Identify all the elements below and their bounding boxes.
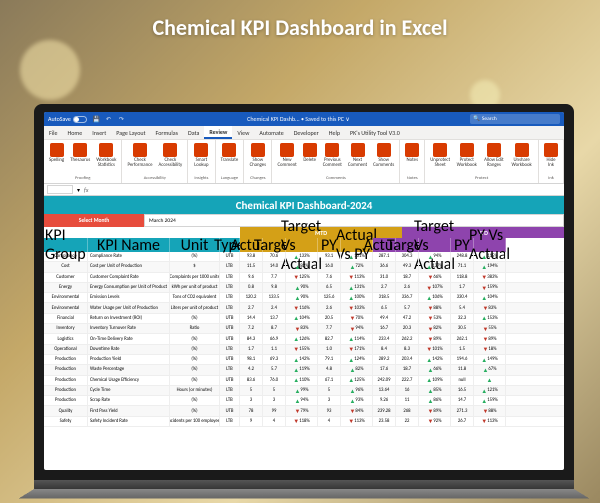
thesaurus-button[interactable]: Thesaurus — [68, 142, 92, 169]
laptop-frame: AutoSave 💾 ↶ ↷ Chemical KPI Dashb... • S… — [34, 104, 574, 503]
hide-ink-button[interactable]: Hide Ink — [542, 142, 560, 169]
tab-formulas[interactable]: Formulas — [151, 126, 183, 139]
table-row[interactable]: ProductionCycle TimeHours (or minutes)LT… — [44, 386, 564, 396]
table-row[interactable]: EnvironmentalWater Usage per Unit of Pro… — [44, 303, 564, 313]
check-performance-button[interactable]: Check Performance — [125, 142, 154, 169]
show-comments-button[interactable]: Show Comments — [371, 142, 396, 169]
unprotect-sheet-button[interactable]: Unprotect Sheet — [428, 142, 452, 169]
table-row[interactable]: ProductionChemical Usage Efficiency(%)UT… — [44, 376, 564, 386]
next-comment-button[interactable]: Next Comment — [346, 142, 369, 169]
unshare-workbook-button[interactable]: Unshare Workbook — [508, 142, 535, 169]
tab-automate[interactable]: Automate — [254, 126, 288, 139]
ribbon-tabs: FileHomeInsertPage LayoutFormulasDataRev… — [44, 126, 564, 140]
up-arrow-icon: ▲ — [487, 376, 493, 384]
document-name[interactable]: Chemical KPI Dashb... • Saved to this PC… — [133, 115, 464, 123]
tab-help[interactable]: Help — [324, 126, 345, 139]
previous-comment-button[interactable]: Previous Comment — [321, 142, 344, 169]
column-headers: KPI Group KPI Name Unit Type Actual Targ… — [44, 238, 564, 252]
page-heading: Chemical KPI Dashboard in Excel — [0, 0, 600, 53]
name-box[interactable] — [47, 185, 73, 194]
table-row[interactable]: EnergyEnergy Consumption per Unit of Pro… — [44, 283, 564, 293]
table-row[interactable]: ProductionScrap Rate(%)LTB33▲ 94%3▲ 93%9… — [44, 396, 564, 406]
table-row[interactable]: OperationalDowntime Rate(%)LTB1.71.1▼ 15… — [44, 345, 564, 355]
allow-edit-ranges-button[interactable]: Allow Edit Ranges — [481, 142, 506, 169]
delete-button[interactable]: Delete — [301, 142, 319, 169]
table-row[interactable]: QualityFirst Pass Yield(%)UTB7899▼ 79%93… — [44, 406, 564, 416]
undo-icon[interactable]: ↶ — [106, 115, 114, 123]
table-row[interactable]: FinancialReturn on Investment (ROI)(%)UT… — [44, 314, 564, 324]
tab-pk-s-utility-tool-v3-0[interactable]: PK's Utility Tool V3.0 — [345, 126, 405, 139]
table-row[interactable]: CustomerCustomer Complaint RateComplaint… — [44, 273, 564, 283]
show-changes-button[interactable]: Show Changes — [247, 142, 268, 169]
chevron-down-icon[interactable]: ▾ — [77, 186, 80, 194]
formula-bar[interactable]: ▾ fx — [44, 184, 564, 196]
table-row[interactable]: EnvironmentalEmission LevelsTons of CO2 … — [44, 293, 564, 303]
table-row[interactable]: SafetySafety Incident RateIncidents per … — [44, 417, 564, 427]
table-row[interactable]: ComplianceCompliance Rate(%)UTB93.870.6▲… — [44, 252, 564, 262]
translate-button[interactable]: Translate — [219, 142, 241, 164]
table-row[interactable]: CostCost per Unit of Production$LTB11.51… — [44, 262, 564, 272]
table-row[interactable]: LogisticsOn-Time Delivery Rate(%)UTB84.3… — [44, 334, 564, 344]
workbook-statistics-button[interactable]: Workbook Statistics — [94, 142, 118, 169]
tab-review[interactable]: Review — [204, 126, 232, 139]
excel-window: AutoSave 💾 ↶ ↷ Chemical KPI Dashb... • S… — [44, 112, 564, 470]
redo-icon[interactable]: ↷ — [119, 115, 127, 123]
fx-icon[interactable]: fx — [84, 186, 88, 194]
tab-file[interactable]: File — [44, 126, 63, 139]
tab-developer[interactable]: Developer — [289, 126, 324, 139]
tab-data[interactable]: Data — [183, 126, 204, 139]
dashboard-title: Chemical KPI Dashboard-2024 — [44, 196, 564, 214]
smart-lookup-button[interactable]: Smart Lookup — [191, 142, 211, 169]
table-row[interactable]: InventoryInventory Turnover RateRatioUTB… — [44, 324, 564, 334]
tab-home[interactable]: Home — [63, 126, 88, 139]
titlebar: AutoSave 💾 ↶ ↷ Chemical KPI Dashb... • S… — [44, 112, 564, 126]
tab-page-layout[interactable]: Page Layout — [111, 126, 150, 139]
spelling-button[interactable]: Spelling — [47, 142, 66, 169]
table-row[interactable]: ProductionWaste Percentage(%)LTB4.25.7▲ … — [44, 365, 564, 375]
tab-insert[interactable]: Insert — [87, 126, 111, 139]
kpi-table-body: ComplianceCompliance Rate(%)UTB93.870.6▲… — [44, 252, 564, 427]
search-box[interactable]: 🔍 Search — [470, 114, 560, 124]
check-accessibility-button[interactable]: Check Accessibility — [157, 142, 185, 169]
tab-view[interactable]: View — [232, 126, 254, 139]
notes-button[interactable]: Notes — [403, 142, 421, 164]
protect-workbook-button[interactable]: Protect Workbook — [454, 142, 479, 169]
table-row[interactable]: ProductionProduction Yield(%)UTB98.169.3… — [44, 355, 564, 365]
new-comment-button[interactable]: New Comment — [275, 142, 298, 169]
quick-access-toolbar[interactable]: 💾 ↶ ↷ — [93, 115, 127, 123]
autosave-toggle[interactable]: AutoSave — [48, 115, 87, 123]
save-icon[interactable]: 💾 — [93, 115, 101, 123]
search-icon: 🔍 — [473, 116, 480, 122]
ribbon: SpellingThesaurusWorkbook StatisticsProo… — [44, 140, 564, 184]
